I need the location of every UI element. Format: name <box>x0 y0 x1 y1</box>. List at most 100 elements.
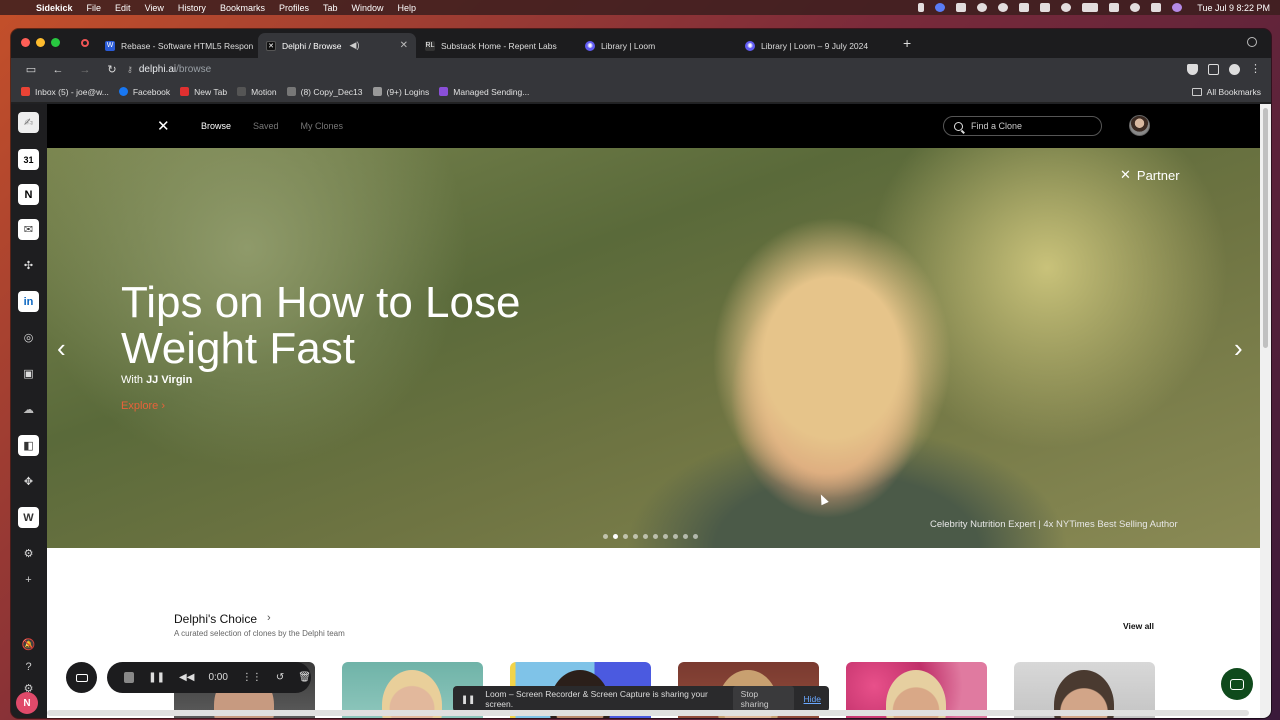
speaker-icon[interactable]: ◀) <box>350 40 360 51</box>
menu-app-name[interactable]: Sidekick <box>36 3 73 13</box>
notion-icon[interactable] <box>956 3 967 12</box>
carousel-dot[interactable] <box>673 534 678 539</box>
section-title[interactable]: Delphi's Choice <box>174 612 257 626</box>
nav-saved[interactable]: Saved <box>253 121 279 131</box>
menu-edit[interactable]: Edit <box>115 3 131 13</box>
minimize-window-button[interactable] <box>36 38 45 47</box>
delphi-logo-icon[interactable]: ✕ <box>157 117 175 135</box>
carousel-dot[interactable] <box>603 534 608 539</box>
drive-app-icon[interactable]: ◧ <box>18 435 39 456</box>
siri-icon[interactable] <box>1172 3 1183 12</box>
fullscreen-window-button[interactable] <box>51 38 60 47</box>
menu-tab[interactable]: Tab <box>323 3 338 13</box>
tab-loom-library[interactable]: ✺ Library | Loom <box>577 33 737 58</box>
draw-grid-icon[interactable]: ⋮⋮ <box>242 672 262 683</box>
calendar-app-icon[interactable]: 31 <box>18 149 39 170</box>
menu-history[interactable]: History <box>178 3 206 13</box>
gpt-app-icon[interactable]: ⚙ <box>18 543 39 564</box>
menu-file[interactable]: File <box>87 3 102 13</box>
close-window-button[interactable] <box>21 38 30 47</box>
figma-app-icon[interactable]: ✥ <box>18 471 39 492</box>
notion-app-icon[interactable]: N <box>18 184 39 205</box>
new-tab-button[interactable]: + <box>903 35 911 51</box>
clone-search[interactable] <box>943 116 1102 136</box>
rewind-button[interactable]: ◀◀ <box>179 672 194 683</box>
horizontal-scrollbar[interactable] <box>47 710 1249 716</box>
bookmark-new-tab[interactable]: New Tab <box>180 87 227 97</box>
restart-icon[interactable]: ↺ <box>276 672 284 683</box>
recording-icon[interactable] <box>81 39 89 47</box>
bookmark-gmail[interactable]: Inbox (5) - joe@w... <box>21 87 109 97</box>
control-center-icon[interactable] <box>1151 3 1162 12</box>
webflow-app-icon[interactable]: W <box>18 507 39 528</box>
stop-recording-button[interactable] <box>124 672 135 683</box>
hero-banner[interactable]: ✕ Partner Tips on How to Lose Weight Fas… <box>47 148 1260 548</box>
battery-icon[interactable] <box>1082 3 1099 12</box>
carousel-dot[interactable] <box>683 534 688 539</box>
carousel-dot[interactable] <box>623 534 628 539</box>
tab-search-icon[interactable] <box>1247 37 1257 47</box>
bookmark-copy[interactable]: (8) Copy_Dec13 <box>286 87 363 97</box>
stop-sharing-button[interactable]: Stop sharing <box>732 686 794 712</box>
scrollbar-thumb[interactable] <box>1263 108 1268 348</box>
address-bar[interactable]: ⚷ delphi.ai/browse <box>127 64 211 75</box>
menu-profiles[interactable]: Profiles <box>279 3 309 13</box>
view-all-link[interactable]: View all <box>1123 621 1154 631</box>
mail-app-icon[interactable]: ✉ <box>18 219 39 240</box>
site-info-icon[interactable]: ⚷ <box>127 65 133 74</box>
hide-banner-link[interactable]: Hide <box>804 694 821 704</box>
add-app-icon[interactable]: + <box>22 573 35 586</box>
tab-substack[interactable]: RL Substack Home - Repent Labs <box>417 33 577 58</box>
pause-button[interactable]: ❚❚ <box>148 672 165 683</box>
sidebar-toggle-icon[interactable]: ▭ <box>24 63 38 76</box>
menu-window[interactable]: Window <box>351 3 383 13</box>
bookmark-motion[interactable]: Motion <box>237 87 277 97</box>
carousel-dot[interactable] <box>643 534 648 539</box>
bookmark-managed-sending[interactable]: Managed Sending... <box>439 87 529 97</box>
bookmark-logins[interactable]: (9+) Logins <box>372 87 429 97</box>
avatar[interactable] <box>1129 115 1150 136</box>
carousel-dot[interactable] <box>693 534 698 539</box>
loom-camera-button[interactable] <box>66 662 97 693</box>
more-menu-icon[interactable]: ⋮ <box>1250 64 1261 75</box>
split-view-icon[interactable] <box>1208 64 1219 75</box>
forward-icon[interactable]: → <box>78 64 92 76</box>
cloud-app-icon[interactable]: ☁ <box>18 399 39 420</box>
grammarly-icon[interactable] <box>998 3 1009 12</box>
wifi-icon[interactable] <box>1109 3 1120 12</box>
mic-icon[interactable] <box>918 3 925 12</box>
nav-my-clones[interactable]: My Clones <box>301 121 344 131</box>
tab-rebase[interactable]: W Rebase - Software HTML5 Respon <box>97 33 257 58</box>
carousel-dot[interactable] <box>633 534 638 539</box>
help-icon[interactable]: ? <box>22 660 35 673</box>
search-input[interactable] <box>971 121 1081 131</box>
shield-icon[interactable] <box>1187 64 1198 75</box>
box-app-icon[interactable]: ▣ <box>18 363 39 384</box>
carousel-dot[interactable] <box>613 534 618 539</box>
notion-badge-icon[interactable]: N <box>16 692 38 714</box>
carousel-dot[interactable] <box>663 534 668 539</box>
menu-help[interactable]: Help <box>398 3 417 13</box>
vertical-scrollbar[interactable] <box>1260 104 1271 718</box>
sidekick-app-icon[interactable]: ✍ <box>18 112 39 133</box>
slack-app-icon[interactable]: ✣ <box>18 255 39 276</box>
menu-clock[interactable]: Tue Jul 9 8:22 PM <box>1197 3 1270 13</box>
cast-icon[interactable] <box>1019 3 1030 12</box>
chatgpt-app-icon[interactable]: ◎ <box>18 327 39 348</box>
play-icon[interactable] <box>1061 3 1072 12</box>
trash-icon[interactable]: 🗑 <box>298 672 311 683</box>
carousel-next-button[interactable]: › <box>1234 333 1243 364</box>
close-tab-icon[interactable]: ✕ <box>394 40 408 51</box>
menu-view[interactable]: View <box>145 3 164 13</box>
linkedin-app-icon[interactable]: in <box>18 291 39 312</box>
profile-icon[interactable] <box>1229 64 1240 75</box>
back-icon[interactable]: ← <box>51 64 65 76</box>
reload-icon[interactable]: ↻ <box>105 63 119 76</box>
carousel-dot[interactable] <box>653 534 658 539</box>
carousel-prev-button[interactable]: ‹ <box>57 333 66 364</box>
chevron-right-icon[interactable]: › <box>267 612 271 624</box>
zoom-icon[interactable] <box>935 3 946 12</box>
spotlight-icon[interactable] <box>1130 3 1141 12</box>
explore-link[interactable]: Explore › <box>121 400 165 412</box>
bookmark-facebook[interactable]: Facebook <box>118 87 170 97</box>
